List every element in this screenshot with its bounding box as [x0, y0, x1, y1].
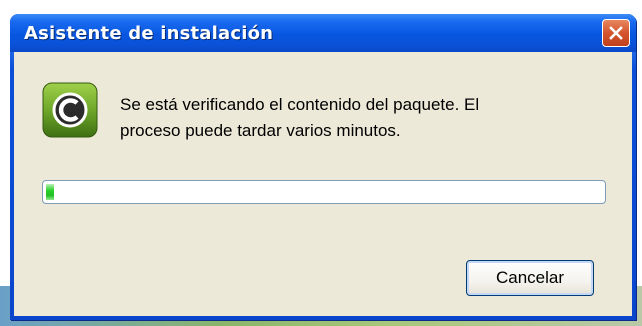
- dialog-body: Se está verificando el contenido del paq…: [14, 52, 632, 316]
- window-title: Asistente de instalación: [24, 22, 274, 44]
- cancel-button[interactable]: Cancelar: [466, 260, 594, 296]
- progress-fill: [46, 184, 602, 200]
- close-icon: [608, 25, 624, 41]
- progress-block: [46, 184, 54, 200]
- status-message: Se está verificando el contenido del paq…: [120, 92, 600, 144]
- status-message-line-2: proceso puede tardar varios minutos.: [120, 121, 401, 140]
- status-message-line-1: Se está verificando el contenido del paq…: [120, 95, 480, 114]
- installer-dialog: Asistente de instalación Se está verific…: [10, 14, 636, 320]
- close-button[interactable]: [602, 19, 630, 47]
- progress-bar: [42, 180, 606, 204]
- title-bar[interactable]: Asistente de instalación: [10, 14, 636, 52]
- c-logo-icon: [42, 82, 98, 138]
